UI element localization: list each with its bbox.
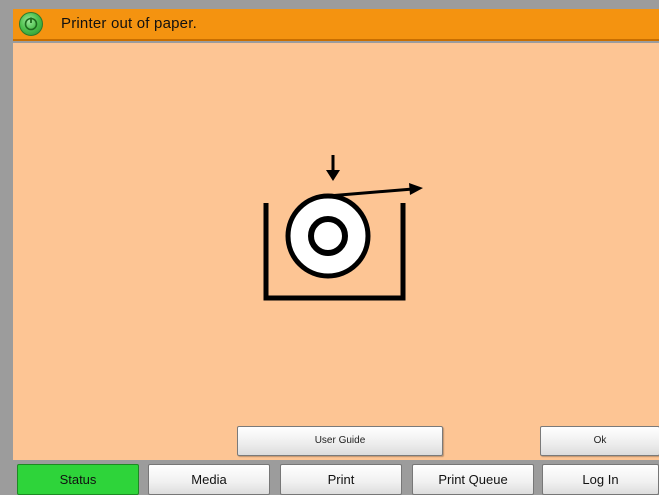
tab-status[interactable]: Status <box>17 464 139 495</box>
status-panel: User Guide Ok <box>13 43 659 460</box>
power-icon <box>24 17 38 31</box>
power-status-icon[interactable] <box>19 12 43 36</box>
tab-media[interactable]: Media <box>148 464 270 495</box>
printer-status-screen: Printer out of paper. User Guide Ok Stat… <box>0 0 659 495</box>
bottom-tab-bar: Status Media Print Print Queue Log In <box>13 460 659 495</box>
tab-print[interactable]: Print <box>280 464 402 495</box>
tab-log-in[interactable]: Log In <box>542 464 659 495</box>
ok-button[interactable]: Ok <box>540 426 659 456</box>
tab-print-queue[interactable]: Print Queue <box>412 464 534 495</box>
paper-roll-out-icon <box>263 155 423 301</box>
status-bar: Printer out of paper. <box>13 9 659 41</box>
user-guide-button[interactable]: User Guide <box>237 426 443 456</box>
paper-roll-icon <box>285 193 371 279</box>
status-message: Printer out of paper. <box>61 15 197 32</box>
